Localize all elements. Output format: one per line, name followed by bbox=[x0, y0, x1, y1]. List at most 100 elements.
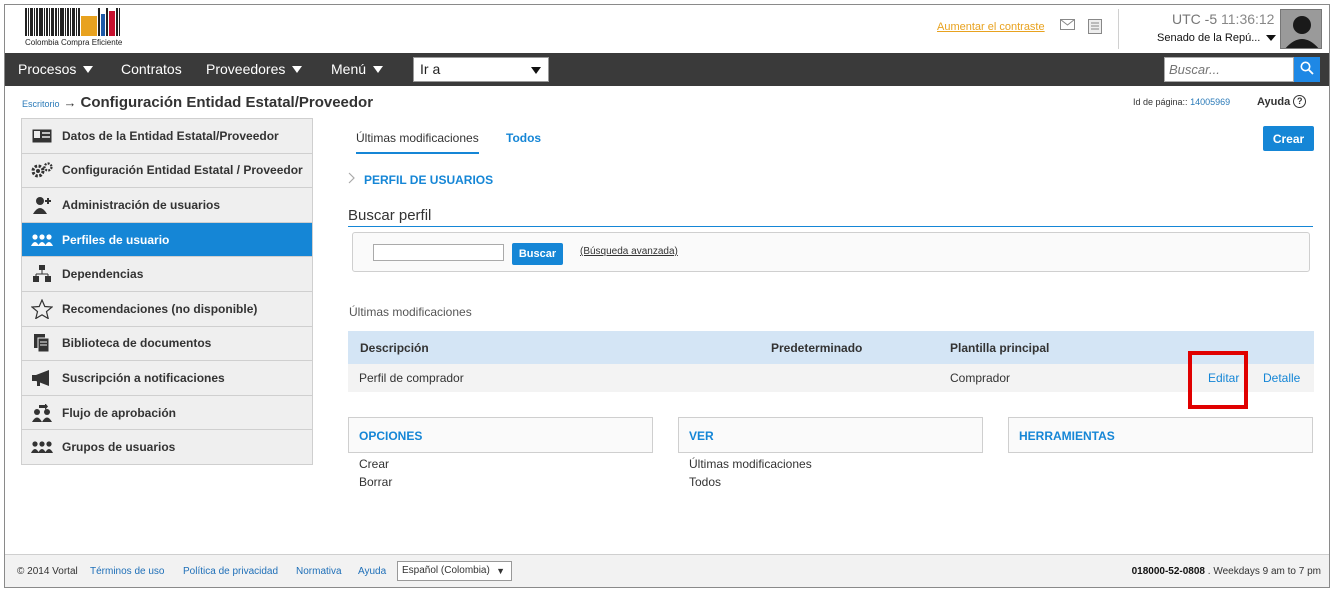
sidebar-item-notifications[interactable]: Suscripción a notificaciones bbox=[22, 361, 312, 396]
column-header-default[interactable]: Predeterminado bbox=[771, 341, 862, 355]
chevron-down-icon bbox=[373, 66, 384, 73]
clock: UTC -5 11:36:12 bbox=[1172, 11, 1274, 27]
column-header-description[interactable]: Descripción bbox=[360, 341, 429, 355]
id-card-icon bbox=[30, 126, 54, 146]
help-link[interactable]: Ayuda ? bbox=[1257, 95, 1307, 108]
section-label: PERFIL DE USUARIOS bbox=[364, 172, 494, 187]
profile-search-input[interactable] bbox=[373, 244, 504, 261]
question-icon: ? bbox=[1293, 95, 1307, 108]
detail-link[interactable]: Detalle bbox=[1263, 371, 1300, 385]
user-groups-icon bbox=[30, 437, 54, 457]
search-profile-title: Buscar perfil bbox=[348, 207, 432, 224]
nav-procesos-label: Procesos bbox=[18, 61, 77, 77]
chevron-down-icon: ▼ bbox=[496, 566, 505, 576]
nav-contratos-label: Contratos bbox=[121, 61, 182, 77]
language-select[interactable]: Español (Colombia) ▼ bbox=[397, 561, 512, 581]
goto-value: Ir a bbox=[420, 61, 441, 77]
sidebar-item-approval-flow[interactable]: Flujo de aprobación bbox=[22, 395, 312, 431]
language-value: Español (Colombia) bbox=[402, 565, 490, 576]
sidebar-item-entity-config[interactable]: Configuración Entidad Estatal / Proveedo… bbox=[22, 153, 312, 189]
support-info: 018000-52-0808 . Weekdays 9 am to 7 pm bbox=[1132, 566, 1321, 577]
option-delete-link[interactable]: Borrar bbox=[359, 475, 392, 489]
profile-search-button[interactable]: Buscar bbox=[512, 243, 563, 265]
support-hours: Weekdays 9 am to 7 pm bbox=[1213, 566, 1321, 577]
document-icon[interactable] bbox=[1087, 19, 1103, 34]
sidebar-item-label: Configuración Entidad Estatal / Proveedo… bbox=[62, 163, 303, 178]
sidebar-item-label: Recomendaciones (no disponible) bbox=[62, 301, 258, 316]
timezone: UTC -5 bbox=[1172, 11, 1218, 27]
nav-proveedores[interactable]: Proveedores bbox=[206, 53, 303, 86]
nav-procesos[interactable]: Procesos bbox=[18, 53, 94, 86]
nav-contratos[interactable]: Contratos bbox=[121, 53, 182, 86]
organization-name: Senado de la Repú... bbox=[1157, 32, 1261, 44]
option-create-link[interactable]: Crear bbox=[359, 457, 389, 471]
org-chart-icon bbox=[30, 264, 54, 284]
chevron-right-icon bbox=[348, 172, 355, 187]
sidebar-item-label: Datos de la Entidad Estatal/Proveedor bbox=[62, 128, 279, 143]
view-all-link[interactable]: Todos bbox=[689, 475, 721, 489]
sidebar-item-user-groups[interactable]: Grupos de usuarios bbox=[22, 430, 312, 465]
header-divider bbox=[1118, 9, 1119, 49]
sidebar-item-user-admin[interactable]: Administración de usuarios bbox=[22, 188, 312, 223]
goto-select[interactable]: Ir a bbox=[413, 57, 549, 82]
users-group-icon bbox=[30, 230, 54, 250]
main-navbar: Procesos Contratos Proveedores Menú Ir a bbox=[5, 53, 1329, 86]
sidebar-item-label: Perfiles de usuario bbox=[62, 232, 170, 247]
global-search-button[interactable] bbox=[1294, 57, 1320, 82]
page-id-label: Id de página:: bbox=[1133, 97, 1188, 107]
star-icon bbox=[30, 298, 54, 319]
view-recent-link[interactable]: Últimas modificaciones bbox=[689, 457, 812, 471]
cell-description: Perfil de comprador bbox=[359, 371, 464, 385]
chevron-down-icon bbox=[531, 67, 541, 74]
sidebar-item-label: Flujo de aprobación bbox=[62, 405, 177, 420]
user-add-icon bbox=[30, 195, 54, 215]
mail-icon[interactable] bbox=[1059, 19, 1075, 33]
footer-help-link[interactable]: Ayuda bbox=[358, 566, 386, 577]
edit-link[interactable]: Editar bbox=[1208, 371, 1239, 385]
organization-selector[interactable]: Senado de la Repú... bbox=[1157, 32, 1277, 44]
chevron-down-icon bbox=[292, 66, 303, 73]
approval-flow-icon bbox=[30, 403, 54, 423]
sidebar-item-entity-data[interactable]: Datos de la Entidad Estatal/Proveedor bbox=[22, 119, 312, 154]
section-user-profiles[interactable]: PERFIL DE USUARIOS bbox=[348, 172, 493, 187]
breadcrumb-arrow: → bbox=[63, 95, 77, 110]
advanced-search-link[interactable]: (Búsqueda avanzada) bbox=[580, 246, 678, 257]
global-search-input[interactable] bbox=[1164, 57, 1294, 82]
tab-all[interactable]: Todos bbox=[506, 131, 541, 145]
gears-icon bbox=[30, 160, 54, 180]
support-phone: 018000-52-0808 bbox=[1131, 566, 1205, 577]
breadcrumb-home-link[interactable]: Escritorio bbox=[22, 99, 60, 109]
nav-menu[interactable]: Menú bbox=[331, 53, 384, 86]
create-button[interactable]: Crear bbox=[1263, 126, 1314, 151]
privacy-link[interactable]: Política de privacidad bbox=[183, 566, 278, 577]
sidebar-item-departments[interactable]: Dependencias bbox=[22, 257, 312, 292]
regulations-link[interactable]: Normativa bbox=[296, 566, 342, 577]
nav-menu-label: Menú bbox=[331, 61, 367, 77]
table-row: Perfil de comprador Comprador Editar Det… bbox=[348, 364, 1314, 392]
terms-link[interactable]: Términos de uso bbox=[90, 566, 164, 577]
barcode-logo-icon bbox=[25, 8, 133, 36]
increase-contrast-link[interactable]: Aumentar el contraste bbox=[937, 21, 1045, 33]
footer: © 2014 Vortal Términos de uso Política d… bbox=[5, 554, 1329, 587]
chevron-down-icon bbox=[1266, 35, 1277, 41]
sidebar: Datos de la Entidad Estatal/Proveedor Co… bbox=[21, 118, 313, 465]
sidebar-item-label: Dependencias bbox=[62, 267, 144, 282]
support-separator: . bbox=[1207, 566, 1211, 577]
table-header: Descripción Predeterminado Plantilla pri… bbox=[348, 331, 1314, 364]
column-header-template[interactable]: Plantilla principal bbox=[950, 341, 1049, 355]
divider bbox=[348, 226, 1313, 227]
tab-recent[interactable]: Últimas modificaciones bbox=[356, 131, 479, 154]
page-id: Id de página:: 14005969 bbox=[1133, 97, 1230, 107]
page-title: Configuración Entidad Estatal/Proveedor bbox=[80, 94, 374, 111]
sidebar-item-user-profiles[interactable]: Perfiles de usuario bbox=[22, 222, 312, 258]
sidebar-item-document-library[interactable]: Biblioteca de documentos bbox=[22, 326, 312, 362]
sidebar-item-label: Administración de usuarios bbox=[62, 197, 221, 212]
sidebar-item-recommendations[interactable]: Recomendaciones (no disponible) bbox=[22, 291, 312, 327]
avatar[interactable] bbox=[1280, 9, 1322, 49]
logo[interactable]: Colombia Compra Eficiente bbox=[23, 8, 143, 50]
logo-text: Colombia Compra Eficiente bbox=[25, 38, 123, 47]
page-id-value[interactable]: 14005969 bbox=[1190, 97, 1230, 107]
app-window: Colombia Compra Eficiente Aumentar el co… bbox=[4, 4, 1330, 588]
tools-panel-title: HERRAMIENTAS bbox=[1019, 429, 1115, 443]
time: 11:36:12 bbox=[1221, 11, 1275, 27]
